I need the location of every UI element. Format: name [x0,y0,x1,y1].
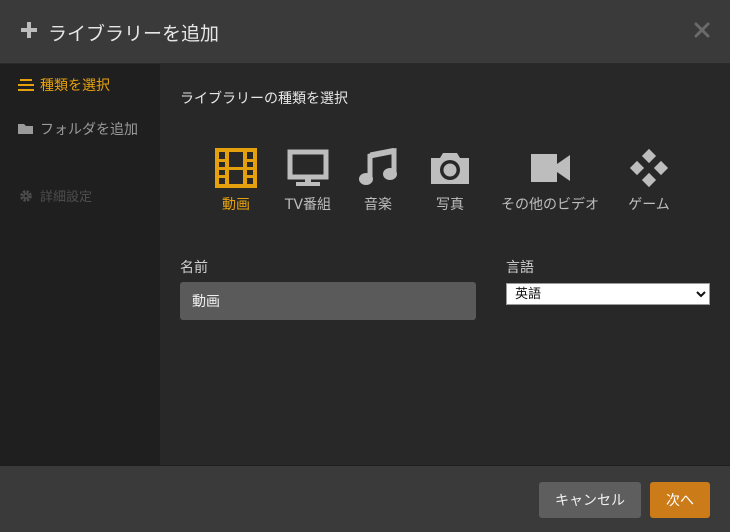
language-label: 言語 [506,260,534,276]
library-type-movies[interactable]: 動画 [214,148,258,214]
library-type-label: ゲーム [628,197,670,213]
library-type-label: 音楽 [364,197,392,213]
close-icon[interactable] [692,20,712,40]
name-label: 名前 [180,260,208,276]
sidebar-item-select-type[interactable]: 種類を選択 [18,74,110,98]
library-type-music[interactable]: 音楽 [356,148,400,214]
library-type-label: その他のビデオ [501,197,599,213]
next-button[interactable]: 次へ [650,482,710,518]
library-name-input[interactable] [180,282,476,320]
sidebar: 種類を選択 フォルダを追加 詳細設定 [0,64,160,465]
sidebar-item-add-folder[interactable]: フォルダを追加 [18,118,138,142]
cancel-button[interactable]: キャンセル [539,482,641,518]
add-library-dialog: ライブラリーを追加 種類を選択 フォルダを追加 詳細設定 ライブラリーの種類を選… [0,0,730,532]
section-title: ライブラリーの種類を選択 [180,91,348,107]
folder-icon [18,124,33,134]
sidebar-item-label: 詳細設定 [40,190,93,205]
dialog-footer: キャンセル 次へ [0,465,730,532]
dialog-header: ライブラリーを追加 [0,0,730,64]
sidebar-item-label: 種類を選択 [40,78,110,94]
library-type-label: 動画 [222,197,250,213]
library-type-photos[interactable]: 写真 [428,148,472,214]
plus-icon [21,22,37,38]
library-type-games[interactable]: ゲーム [622,148,676,214]
camera-icon [431,153,469,184]
gamepad-icon [629,148,669,188]
library-type-other-videos[interactable]: その他のビデオ [498,148,602,214]
sidebar-item-label: フォルダを追加 [40,122,138,138]
library-type-label: 写真 [436,197,464,213]
music-note-icon [359,148,397,185]
list-icon [18,79,34,91]
sidebar-item-advanced: 詳細設定 [18,186,92,210]
library-type-label: TV番組 [284,197,332,213]
film-icon [215,148,257,188]
video-camera-icon [531,154,570,182]
main-panel: ライブラリーの種類を選択 動画 TV番組 音楽 写真 その他のビデオ ゲーム 名… [160,64,730,465]
gear-icon [20,190,32,202]
language-select[interactable]: 英語 [506,283,710,305]
dialog-title: ライブラリーを追加 [48,23,220,45]
library-type-tv[interactable]: TV番組 [280,148,336,214]
tv-icon [287,149,329,186]
